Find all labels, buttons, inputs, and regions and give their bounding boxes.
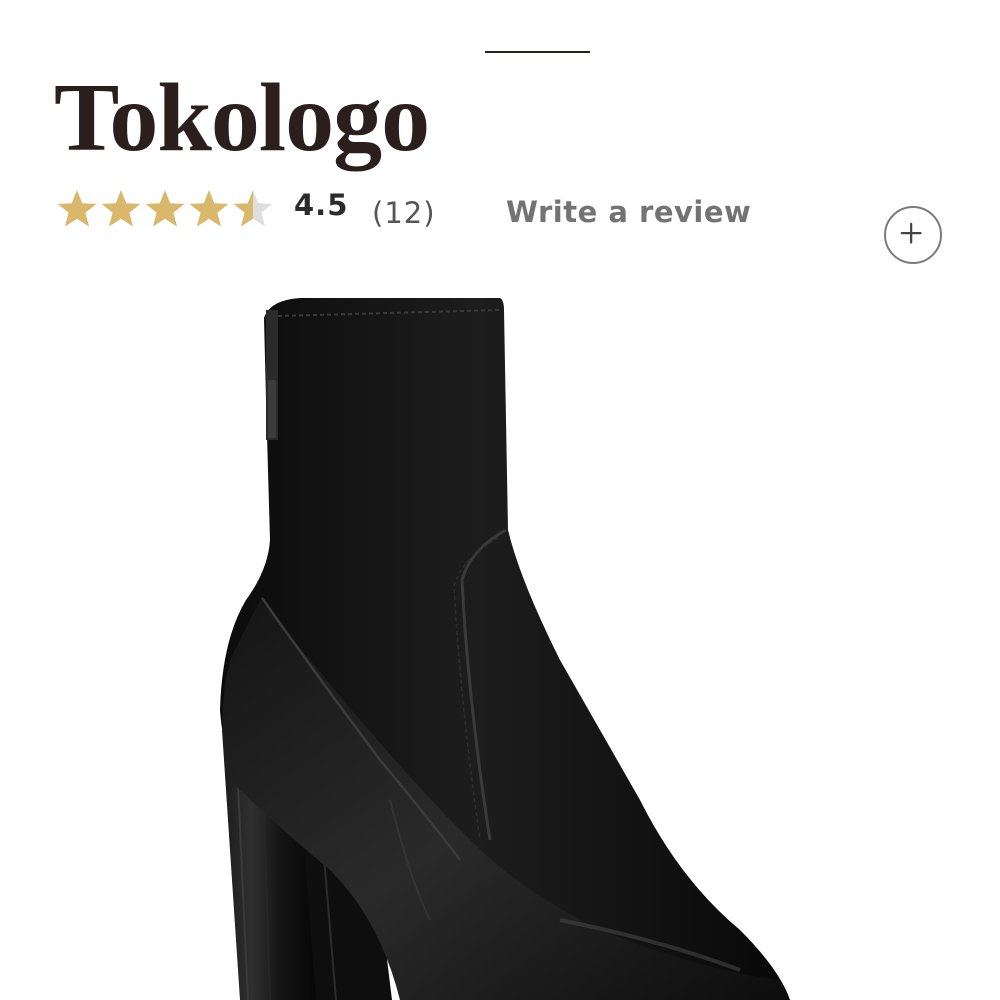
star-icon xyxy=(57,190,97,227)
title-divider xyxy=(485,51,590,53)
star-rating xyxy=(56,184,274,234)
product-title: Tokologo xyxy=(54,63,430,172)
star-icon xyxy=(189,190,229,227)
star-icon xyxy=(145,190,185,227)
rating-value: 4.5 xyxy=(294,188,349,222)
star-icon xyxy=(101,190,141,227)
product-image[interactable] xyxy=(0,280,1000,1000)
write-review-link[interactable]: Write a review xyxy=(506,195,751,229)
star-icon xyxy=(233,190,273,227)
stars-group xyxy=(56,188,274,230)
expand-button[interactable] xyxy=(884,206,942,264)
plus-icon xyxy=(900,222,922,244)
review-count[interactable]: (12) xyxy=(372,196,436,230)
